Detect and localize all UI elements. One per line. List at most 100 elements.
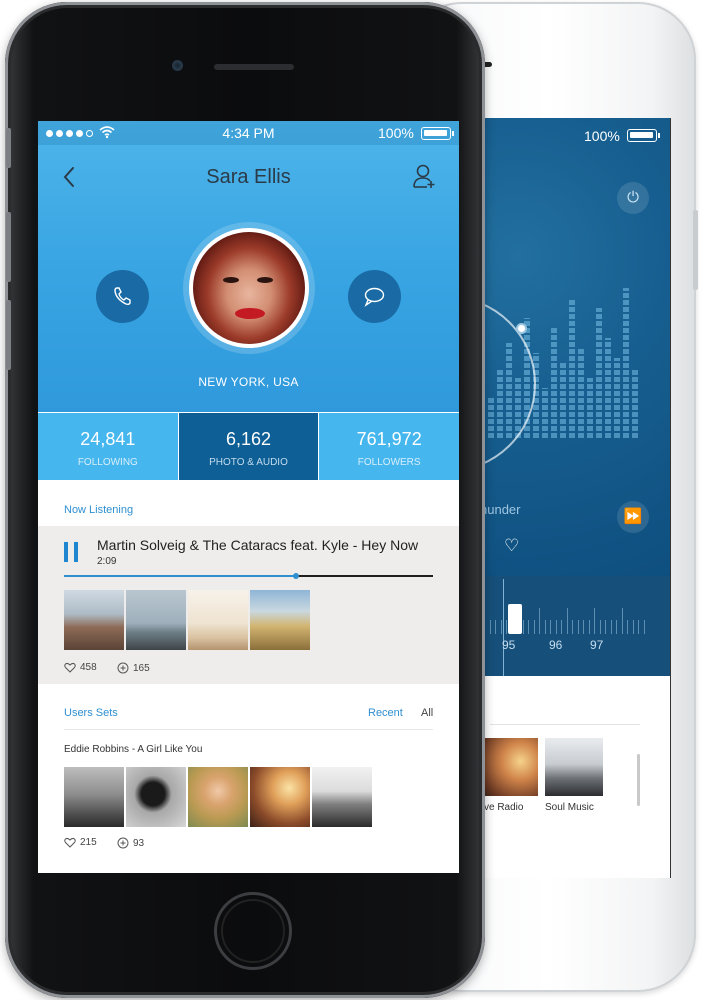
mute-switch: [6, 128, 11, 168]
tuner-tick: [572, 620, 573, 634]
call-button[interactable]: [96, 270, 149, 323]
users-sets-heading: Users Sets: [64, 707, 118, 719]
equalizer-bar: [569, 298, 575, 438]
equalizer-bar: [542, 388, 548, 438]
equalizer-bar: [632, 368, 638, 438]
radio-stations-list: ve Radio Soul Music: [480, 676, 670, 878]
tuner-tick: [544, 620, 546, 634]
stat-value: 761,972: [356, 429, 422, 449]
tuner-label: 97: [590, 638, 604, 652]
progress-knob[interactable]: [293, 573, 300, 579]
stat-followers[interactable]: 761,972 FOLLOWERS: [319, 412, 459, 480]
front-camera: [172, 60, 183, 71]
tuner-tick: [588, 620, 590, 634]
back-phone-screen: 100% ⏻ hunder ⏩ ♡ 95 96 97 ve Radio Soul…: [480, 118, 671, 878]
battery-icon: [421, 127, 454, 140]
tuner-tick: [594, 608, 595, 634]
phone-icon: [114, 287, 131, 306]
set-likes-count[interactable]: 215: [64, 837, 97, 848]
tuner-tick: [627, 620, 628, 634]
avatar-photo: [193, 232, 305, 344]
now-playing-card: Martin Solveig & The Cataracs feat. Kyle…: [38, 526, 459, 684]
stat-label: PHOTO & AUDIO: [209, 457, 288, 468]
back-phone-side-button: [693, 210, 698, 290]
scrollbar[interactable]: [637, 754, 640, 806]
equalizer-bar: [560, 363, 566, 438]
home-button[interactable]: [214, 892, 292, 970]
adds-value: 165: [133, 662, 150, 674]
stat-following[interactable]: 24,841 FOLLOWING: [38, 412, 179, 480]
tuner-tick: [539, 608, 540, 634]
tuner-tick: [605, 620, 606, 634]
tab-recent[interactable]: Recent: [368, 707, 403, 719]
progress-bar[interactable]: [64, 573, 433, 579]
battery-percentage: 100%: [378, 125, 414, 141]
back-battery-text: 100%: [584, 128, 620, 144]
profile-location: NEW YORK, USA: [198, 375, 299, 389]
frequency-tuner[interactable]: 95 96 97: [480, 576, 670, 676]
radio-player-panel: 100% ⏻ hunder ⏩ ♡: [480, 118, 670, 576]
progress-fill: [64, 575, 297, 577]
tuner-tick: [495, 620, 496, 634]
tuner-tick: [610, 620, 612, 634]
profile-screen: 4:34 PM 100% Sara Ellis NEW YORK, USA 24…: [38, 121, 459, 873]
stat-value: 24,841: [80, 429, 136, 449]
photo-thumbnail-rail-tracks[interactable]: [64, 590, 124, 650]
set-thumbnail[interactable]: [188, 767, 248, 827]
avatar-lips: [235, 308, 265, 319]
photo-thumbnail-field[interactable]: [250, 590, 310, 650]
likes-value: 458: [80, 662, 97, 673]
adds-count[interactable]: 165: [117, 662, 150, 674]
heart-icon: [64, 837, 76, 848]
set-title: Eddie Robbins - A Girl Like You: [64, 744, 203, 755]
photo-thumbnail-palm-trees[interactable]: [188, 590, 248, 650]
profile-header: 4:34 PM 100% Sara Ellis NEW YORK, USA: [38, 121, 459, 412]
heart-icon[interactable]: ♡: [504, 536, 519, 556]
home-button-ring: [221, 899, 285, 963]
stats-row: 24,841 FOLLOWING 6,162 PHOTO & AUDIO 761…: [38, 412, 459, 480]
tuner-slider-handle[interactable]: [508, 604, 522, 634]
tuner-tick: [522, 620, 524, 634]
stat-value: 6,162: [225, 429, 272, 449]
volume-up-button: [6, 212, 11, 282]
equalizer-bar: [551, 328, 557, 438]
photo-thumbnail-bicycle[interactable]: [126, 590, 186, 650]
equalizer-bar: [578, 348, 584, 438]
set-adds-count[interactable]: 93: [117, 837, 144, 849]
avatar-eye: [223, 277, 239, 283]
status-bar: 4:34 PM 100%: [38, 121, 459, 145]
add-circle-icon: [117, 662, 129, 674]
dial-knob[interactable]: [516, 323, 527, 334]
tuner-tick: [599, 620, 601, 634]
station-thumbnail[interactable]: [480, 738, 538, 796]
station-thumbnail[interactable]: [545, 738, 603, 796]
likes-value: 215: [80, 837, 97, 848]
stat-label: FOLLOWERS: [357, 457, 421, 468]
message-button[interactable]: [348, 270, 401, 323]
set-thumbnail[interactable]: [126, 767, 186, 827]
likes-count[interactable]: 458: [64, 662, 97, 673]
stat-photo-audio[interactable]: 6,162 PHOTO & AUDIO: [178, 412, 320, 480]
add-user-icon[interactable]: [412, 163, 436, 189]
tuner-tick: [566, 608, 568, 634]
avatar[interactable]: [189, 228, 309, 348]
power-icon[interactable]: ⏻: [617, 182, 649, 214]
set-thumbnail[interactable]: [250, 767, 310, 827]
stat-label: FOLLOWING: [77, 457, 138, 468]
back-battery-icon: [627, 129, 660, 142]
skip-forward-icon[interactable]: ⏩: [617, 501, 649, 533]
earpiece-speaker: [214, 64, 294, 70]
tuner-tick: [632, 620, 634, 634]
set-thumbnail[interactable]: [312, 767, 372, 827]
divider: [490, 724, 640, 725]
equalizer-bar: [623, 288, 629, 438]
tuner-needle: [503, 579, 504, 676]
set-thumbnail[interactable]: [64, 767, 124, 827]
track-title: Martin Solveig & The Cataracs feat. Kyle…: [97, 537, 419, 553]
tab-all[interactable]: All: [421, 707, 433, 719]
tuner-tick: [616, 620, 617, 634]
equalizer-bar: [614, 358, 620, 438]
add-circle-icon: [117, 837, 129, 849]
tuner-tick: [500, 620, 502, 634]
pause-icon[interactable]: [64, 542, 78, 562]
